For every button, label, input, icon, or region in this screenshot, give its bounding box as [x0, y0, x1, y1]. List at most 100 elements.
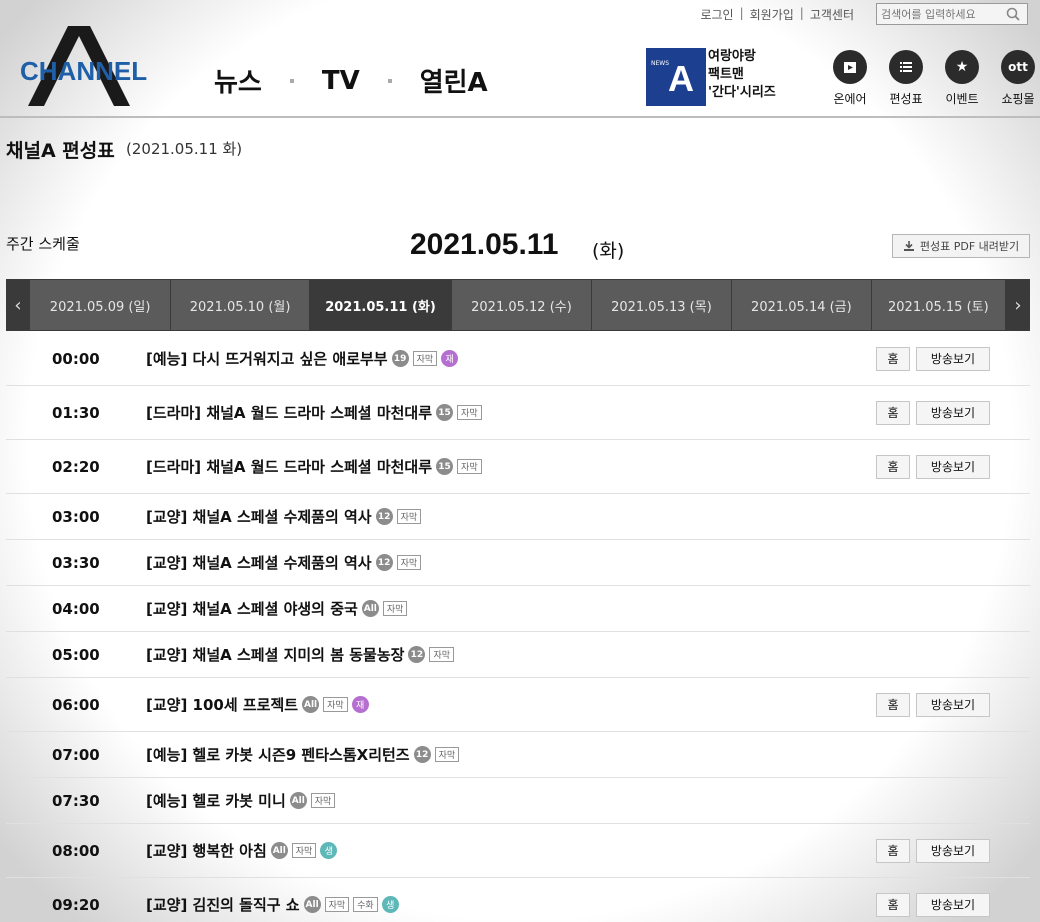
program-home-button[interactable]: 홈 [876, 692, 910, 717]
news-a-thumbnail: NEWS A [646, 48, 706, 106]
sign-language-badge: 수화 [353, 897, 378, 912]
program-title[interactable]: [교양] 행복한 아침 All 자막 생 [146, 840, 338, 861]
rating-badge: 12 [375, 508, 393, 525]
list-icon [889, 50, 923, 84]
tab-date-0510[interactable]: 2021.05.10 (월) [171, 280, 309, 330]
rating-badge: 12 [375, 554, 393, 571]
quick-event[interactable]: ★ 이벤트 [944, 50, 980, 107]
program-home-button[interactable]: 홈 [876, 892, 910, 917]
watch-broadcast-button[interactable]: 방송보기 [916, 400, 990, 425]
program-title-text: [예능] 다시 뜨거워지고 싶은 애로부부 [146, 350, 388, 368]
support-link[interactable]: 고객센터 [810, 6, 854, 23]
program-title[interactable]: [교양] 채널A 스페셜 수제품의 역사 12 자막 [146, 552, 422, 573]
play-icon [833, 50, 867, 84]
program-title[interactable]: [교양] 채널A 스페셜 야생의 중국 All 자막 [146, 598, 408, 619]
download-icon [903, 241, 914, 251]
schedule-row: 07:30 [예능] 헬로 카봇 미니 All 자막 [6, 778, 1030, 824]
schedule-row: 05:00 [교양] 채널A 스페셜 지미의 봄 동물농장 12 자막 [6, 632, 1030, 678]
caption-badge: 자막 [291, 843, 317, 858]
caption-badge: 자막 [396, 555, 422, 570]
quick-onair[interactable]: 온에어 [832, 50, 868, 107]
program-title[interactable]: [드라마] 채널A 월드 드라마 스페셜 마천대루 15 자막 [146, 456, 482, 477]
util-separator: | [799, 6, 804, 20]
rating-badge: 15 [436, 458, 454, 475]
caption-badge: 자막 [457, 459, 482, 474]
util-separator: | [739, 6, 744, 20]
schedule-row: 06:00 [교양] 100세 프로젝트 All 자막 재 홈 방송보기 [6, 678, 1030, 732]
search-icon[interactable] [1005, 6, 1021, 22]
nav-news[interactable]: 뉴스 [214, 62, 262, 99]
tab-date-0511[interactable]: 2021.05.11 (화) [309, 280, 452, 330]
program-title[interactable]: [예능] 헬로 카봇 미니 All 자막 [146, 790, 336, 811]
watch-broadcast-button[interactable]: 방송보기 [916, 838, 990, 863]
date-tabs: ‹ 2021.05.09 (일) 2021.05.10 (월) 2021.05.… [6, 279, 1030, 331]
channel-a-logo[interactable]: CHANNEL [18, 22, 148, 108]
logo-text: CHANNEL [20, 56, 148, 86]
watch-broadcast-button[interactable]: 방송보기 [916, 454, 990, 479]
nav-tv[interactable]: TV [322, 66, 360, 96]
program-title[interactable]: [교양] 채널A 스페셜 수제품의 역사 12 자막 [146, 506, 422, 527]
rerun-badge: 재 [351, 696, 369, 713]
program-title[interactable]: [교양] 채널A 스페셜 지미의 봄 동물농장 12 자막 [146, 644, 454, 665]
program-time: 09:20 [52, 895, 100, 914]
tab-date-0515[interactable]: 2021.05.15 (토) [871, 280, 1006, 330]
quick-label: 이벤트 [945, 92, 979, 106]
news-a-letter: A [668, 58, 694, 99]
program-title[interactable]: [예능] 헬로 카봇 시즌9 펜타스톰X리턴즈 12 자막 [146, 744, 460, 765]
pdf-download-button[interactable]: 편성표 PDF 내려받기 [892, 234, 1030, 258]
schedule-row: 02:20 [드라마] 채널A 월드 드라마 스페셜 마천대루 15 자막 홈 방송보기 [6, 440, 1030, 494]
program-home-button[interactable]: 홈 [876, 454, 910, 479]
nav-separator [387, 78, 392, 83]
schedule-row: 07:00 [예능] 헬로 카봇 시즌9 펜타스톰X리턴즈 12 자막 [6, 732, 1030, 778]
current-date: 2021.05.11 [410, 228, 559, 261]
nav-open-a[interactable]: 열린A [420, 62, 488, 99]
tab-date-0513[interactable]: 2021.05.13 (목) [591, 280, 732, 330]
schedule-row: 03:00 [교양] 채널A 스페셜 수제품의 역사 12 자막 [6, 494, 1030, 540]
main-nav: 뉴스 TV 열린A [214, 62, 488, 99]
login-link[interactable]: 로그인 [700, 6, 733, 23]
quick-schedule[interactable]: 편성표 [888, 50, 924, 107]
schedule-row: 00:00 [예능] 다시 뜨거워지고 싶은 애로부부 19 자막 재 홈 방송보기 [6, 332, 1030, 386]
program-home-button[interactable]: 홈 [876, 838, 910, 863]
rating-badge: All [303, 896, 321, 913]
program-title-text: [교양] 채널A 스페셜 수제품의 역사 [146, 554, 372, 572]
rating-badge: All [302, 696, 320, 713]
program-title-text: [교양] 채널A 스페셜 수제품의 역사 [146, 508, 372, 526]
program-home-button[interactable]: 홈 [876, 400, 910, 425]
watch-broadcast-button[interactable]: 방송보기 [916, 892, 990, 917]
tab-date-0512[interactable]: 2021.05.12 (수) [452, 280, 591, 330]
caption-badge: 자막 [324, 897, 350, 912]
program-time: 02:20 [52, 457, 100, 476]
watch-broadcast-button[interactable]: 방송보기 [916, 346, 990, 371]
utility-links: 로그인 | 회원가입 | 고객센터 [700, 6, 854, 23]
caption-badge: 자막 [412, 351, 438, 366]
program-title[interactable]: [교양] 김진의 돌직구 쇼 All 자막 수화 생 [146, 894, 399, 915]
program-title[interactable]: [드라마] 채널A 월드 드라마 스페셜 마천대루 15 자막 [146, 402, 482, 423]
quick-shop[interactable]: ott 쇼핑몰 [1000, 50, 1036, 107]
page-date: (2021.05.11 화) [126, 140, 243, 158]
nav-separator [289, 78, 294, 83]
rating-badge: 12 [413, 746, 431, 763]
program-time: 03:00 [52, 507, 100, 526]
prev-week-arrow[interactable]: ‹ [6, 279, 30, 331]
rating-badge: 12 [408, 646, 426, 663]
program-time: 07:00 [52, 745, 100, 764]
caption-badge: 자막 [457, 405, 482, 420]
tab-date-0509[interactable]: 2021.05.09 (일) [29, 280, 171, 330]
program-title[interactable]: [예능] 다시 뜨거워지고 싶은 애로부부 19 자막 재 [146, 348, 459, 369]
quick-label: 온에어 [833, 92, 867, 106]
weekly-label: 주간 스케줄 [6, 235, 80, 253]
program-home-button[interactable]: 홈 [876, 346, 910, 371]
search-input[interactable] [877, 7, 1005, 21]
join-link[interactable]: 회원가입 [750, 6, 794, 23]
promo-line: '간다'시리즈 [708, 85, 776, 100]
watch-broadcast-button[interactable]: 방송보기 [916, 692, 990, 717]
quick-label: 쇼핑몰 [1001, 92, 1035, 106]
schedule-row: 03:30 [교양] 채널A 스페셜 수제품의 역사 12 자막 [6, 540, 1030, 586]
news-promo[interactable]: NEWS A 여랑야랑 팩트맨 '간다'시리즈 [646, 48, 776, 106]
caption-badge: 자막 [310, 793, 336, 808]
program-title[interactable]: [교양] 100세 프로젝트 All 자막 재 [146, 694, 369, 715]
tab-date-0514[interactable]: 2021.05.14 (금) [732, 280, 871, 330]
next-week-arrow[interactable]: › [1006, 279, 1030, 331]
program-time: 05:00 [52, 645, 100, 664]
